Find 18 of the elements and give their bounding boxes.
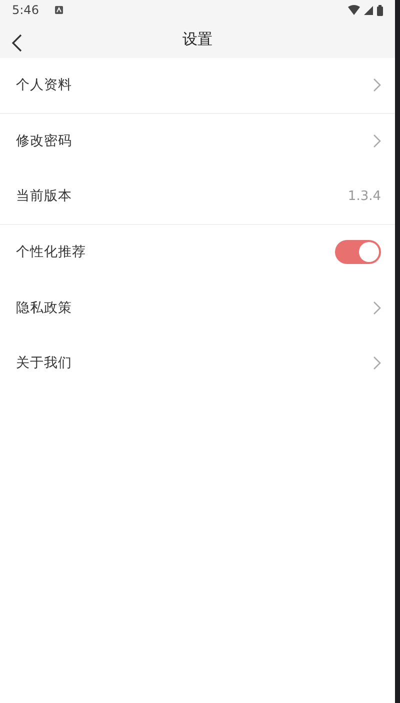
chevron-right-icon[interactable] (373, 78, 381, 92)
setting-label[interactable]: 个性化推荐 (16, 242, 86, 262)
setting-label[interactable]: 修改密码 (16, 131, 72, 152)
setting-label[interactable]: 关于我们 (16, 353, 72, 374)
toggle-switch[interactable] (335, 240, 381, 264)
status-time: 5:46 (12, 2, 39, 19)
chevron-right-icon[interactable] (373, 134, 381, 148)
chevron-right-icon[interactable] (373, 300, 381, 315)
battery-icon (377, 4, 383, 16)
setting-label[interactable]: 隐私政策 (16, 298, 72, 318)
notification-icon (54, 6, 63, 14)
wifi-icon (348, 5, 360, 15)
page-title: 设置 (182, 28, 212, 50)
chevron-right-icon[interactable] (373, 356, 381, 370)
version-value: 1.3.4 (348, 188, 381, 206)
setting-label[interactable]: 个人资料 (16, 75, 72, 96)
setting-label[interactable]: 当前版本 (16, 186, 72, 206)
signal-icon (364, 6, 373, 14)
